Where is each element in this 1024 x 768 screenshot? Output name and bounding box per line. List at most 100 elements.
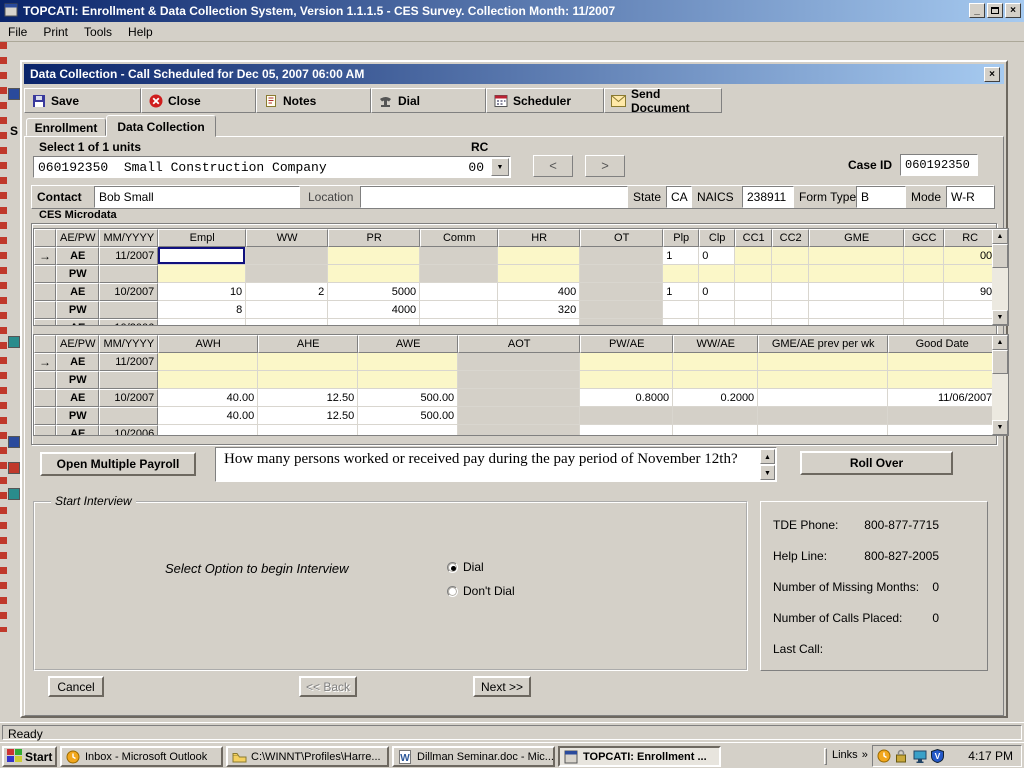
dialog-close-button[interactable]: × bbox=[984, 67, 1000, 82]
radio-don-t-dial[interactable]: Don't Dial bbox=[447, 579, 515, 603]
dialog-titlebar[interactable]: Data Collection - Call Scheduled for Dec… bbox=[24, 64, 1004, 84]
radio-dial[interactable]: Dial bbox=[447, 555, 515, 579]
cancel-button[interactable]: Cancel bbox=[48, 676, 104, 697]
clock[interactable]: 4:17 PM bbox=[968, 749, 1013, 763]
grid-cell[interactable] bbox=[735, 319, 772, 326]
tab-data-collection[interactable]: Data Collection bbox=[106, 115, 216, 137]
grid-cell[interactable] bbox=[809, 283, 904, 301]
grid-cell[interactable] bbox=[498, 319, 580, 326]
grid-cell[interactable]: 11/06/2007 bbox=[888, 389, 996, 407]
next-button[interactable]: Next >> bbox=[473, 676, 531, 697]
grid-cell[interactable]: 40.00 bbox=[158, 407, 258, 425]
grid-cell[interactable] bbox=[458, 425, 580, 436]
grid-cell[interactable] bbox=[673, 407, 758, 425]
grid-cell[interactable] bbox=[246, 319, 328, 326]
scroll-up-icon[interactable]: ▲ bbox=[992, 335, 1008, 350]
grid-cell[interactable] bbox=[888, 425, 996, 436]
grid-cell[interactable] bbox=[772, 265, 809, 283]
grid-cell[interactable]: 0 bbox=[699, 247, 735, 265]
grid-cell[interactable]: 12.50 bbox=[258, 407, 358, 425]
grid-cell[interactable] bbox=[580, 407, 673, 425]
grid-cell[interactable] bbox=[580, 371, 673, 389]
open-multiple-payroll-button[interactable]: Open Multiple Payroll bbox=[40, 452, 196, 476]
grid-cell[interactable] bbox=[580, 353, 673, 371]
scheduler-button[interactable]: Scheduler bbox=[486, 88, 604, 113]
menu-tools[interactable]: Tools bbox=[76, 23, 120, 41]
grid-cell[interactable] bbox=[420, 283, 498, 301]
unit-dropdown[interactable]: 060192350 Small Construction Company 00 … bbox=[33, 156, 511, 178]
grid-cell[interactable] bbox=[458, 353, 580, 371]
save-button[interactable]: Save bbox=[24, 88, 141, 113]
grid-cell[interactable]: 0.2000 bbox=[673, 389, 758, 407]
grid2-scrollbar[interactable]: ▲ ▼ bbox=[992, 335, 1008, 435]
grid-cell[interactable] bbox=[699, 319, 735, 326]
grid-cell[interactable] bbox=[246, 301, 328, 319]
dial-button[interactable]: Dial bbox=[371, 88, 486, 113]
grid-cell[interactable] bbox=[420, 301, 498, 319]
grid-cell[interactable] bbox=[735, 301, 772, 319]
grid-cell[interactable] bbox=[735, 247, 772, 265]
grid1-scrollbar[interactable]: ▲ ▼ bbox=[992, 229, 1008, 325]
grid-cell[interactable]: 1 bbox=[663, 283, 699, 301]
scroll-thumb[interactable] bbox=[992, 244, 1008, 268]
grid-cell[interactable] bbox=[328, 247, 420, 265]
grid-cell[interactable] bbox=[944, 265, 996, 283]
previous-unit-button[interactable]: < bbox=[533, 155, 573, 177]
grid-cell[interactable]: 90 bbox=[944, 283, 996, 301]
tray-display-icon[interactable] bbox=[913, 750, 928, 763]
grid-cell[interactable] bbox=[458, 389, 580, 407]
scroll-down-icon[interactable]: ▼ bbox=[992, 310, 1008, 325]
roll-over-button[interactable]: Roll Over bbox=[800, 451, 953, 475]
grid-cell[interactable]: 320 bbox=[498, 301, 580, 319]
grid-cell[interactable]: 40.00 bbox=[158, 389, 258, 407]
grid-cell[interactable] bbox=[358, 371, 458, 389]
grid-cell[interactable] bbox=[580, 247, 663, 265]
grid-cell[interactable] bbox=[258, 425, 358, 436]
grid-cell[interactable] bbox=[580, 425, 673, 436]
question-scroll-down-icon[interactable]: ▼ bbox=[760, 465, 775, 480]
grid-cell[interactable]: 4000 bbox=[328, 301, 420, 319]
grid-cell[interactable]: 12.50 bbox=[258, 389, 358, 407]
scroll-up-icon[interactable]: ▲ bbox=[992, 229, 1008, 244]
send-document-button[interactable]: Send Document bbox=[604, 88, 722, 113]
grid-cell[interactable] bbox=[663, 265, 699, 283]
grid-cell[interactable] bbox=[580, 319, 663, 326]
taskbar-task-4[interactable]: TOPCATI: Enrollment ... bbox=[558, 746, 721, 767]
grid-cell[interactable] bbox=[699, 265, 735, 283]
grid-cell[interactable] bbox=[158, 265, 246, 283]
toolbar-grip[interactable] bbox=[824, 748, 827, 765]
location-field[interactable] bbox=[360, 186, 628, 208]
grid-cell[interactable] bbox=[673, 371, 758, 389]
grid-cell[interactable] bbox=[699, 301, 735, 319]
grid-cell[interactable] bbox=[809, 247, 904, 265]
grid-cell[interactable] bbox=[904, 265, 944, 283]
grid-cell[interactable]: 00 bbox=[944, 247, 996, 265]
grid-cell[interactable]: 0 bbox=[699, 283, 735, 301]
grid-cell[interactable] bbox=[580, 283, 663, 301]
grid-cell[interactable] bbox=[772, 301, 809, 319]
grid-cell[interactable] bbox=[580, 301, 663, 319]
close-button[interactable]: × bbox=[1005, 3, 1021, 18]
back-button[interactable]: << Back bbox=[299, 676, 357, 697]
grid-cell[interactable] bbox=[673, 425, 758, 436]
grid-cell[interactable] bbox=[758, 425, 888, 436]
maximize-button[interactable] bbox=[987, 3, 1003, 18]
window-titlebar[interactable]: TOPCATI: Enrollment & Data Collection Sy… bbox=[0, 0, 1024, 22]
grid-cell[interactable] bbox=[246, 247, 328, 265]
grid-cell[interactable]: 2 bbox=[246, 283, 328, 301]
grid-cell[interactable]: 500.00 bbox=[358, 407, 458, 425]
grid-cell[interactable] bbox=[904, 319, 944, 326]
taskbar-task-2[interactable]: C:\WINNT\Profiles\Harre... bbox=[226, 746, 389, 767]
tray-antivirus-icon[interactable]: V bbox=[931, 749, 946, 763]
grid-cell[interactable] bbox=[498, 265, 580, 283]
menu-print[interactable]: Print bbox=[35, 23, 76, 41]
grid-cell[interactable] bbox=[772, 247, 809, 265]
tab-enrollment[interactable]: Enrollment bbox=[26, 118, 106, 136]
grid-cell[interactable] bbox=[458, 407, 580, 425]
grid-cell[interactable] bbox=[673, 353, 758, 371]
grid-cell[interactable] bbox=[904, 301, 944, 319]
grid-cell[interactable] bbox=[758, 353, 888, 371]
grid-cell[interactable] bbox=[809, 265, 904, 283]
grid-cell[interactable] bbox=[420, 247, 498, 265]
tray-lock-icon[interactable] bbox=[895, 749, 910, 763]
